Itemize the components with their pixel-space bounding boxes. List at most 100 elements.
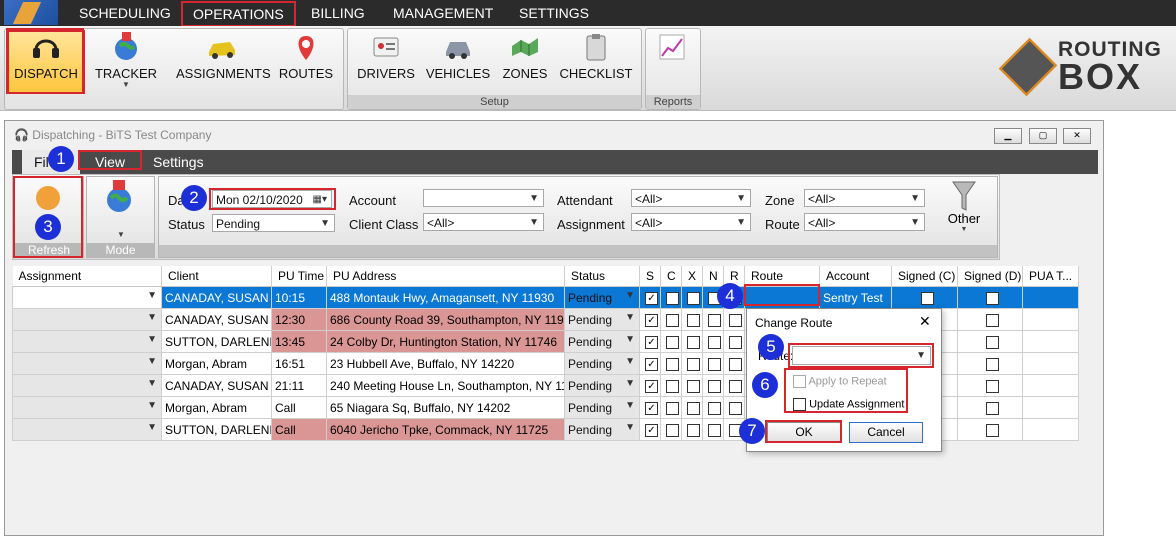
col-status[interactable]: Status (564, 266, 640, 287)
col-x[interactable]: X (681, 266, 703, 287)
zones-button[interactable]: ZONES (500, 32, 550, 81)
s-checkbox-cell[interactable]: ✓ (639, 286, 661, 309)
menu-operations[interactable]: OPERATIONS (181, 1, 296, 27)
checkbox[interactable] (687, 313, 700, 327)
table-row[interactable]: ▼ CANADAY, SUSAN 10:15 488 Montauk Hwy, Ama… (12, 286, 1079, 309)
signed-d-cell[interactable] (957, 396, 1023, 419)
routes-button[interactable]: ROUTES (278, 32, 334, 81)
checkbox[interactable] (729, 379, 742, 393)
checkbox[interactable] (986, 401, 999, 415)
assignment-cell[interactable]: ▼ (12, 396, 162, 419)
n-checkbox-cell[interactable] (702, 330, 724, 353)
checkbox[interactable] (986, 357, 999, 371)
checkbox[interactable] (986, 313, 999, 327)
signed-d-cell[interactable] (957, 308, 1023, 331)
n-checkbox-cell[interactable] (702, 396, 724, 419)
signed-d-cell[interactable] (957, 418, 1023, 441)
col-signed-d[interactable]: Signed (D) (957, 266, 1023, 287)
checkbox[interactable] (666, 291, 679, 305)
x-checkbox-cell[interactable] (681, 352, 703, 375)
s-checkbox-cell[interactable]: ✓ (639, 330, 661, 353)
app-logo-icon[interactable] (4, 0, 58, 25)
c-checkbox-cell[interactable] (660, 396, 682, 419)
checkbox[interactable] (708, 357, 721, 371)
r-checkbox-cell[interactable] (723, 352, 745, 375)
status-cell[interactable]: Pending ▼ (564, 286, 640, 309)
x-checkbox-cell[interactable] (681, 286, 703, 309)
checkbox[interactable] (687, 401, 700, 415)
checkbox[interactable] (666, 379, 679, 393)
status-cell[interactable]: Pending ▼ (564, 352, 640, 375)
checkbox[interactable] (986, 291, 999, 305)
r-checkbox-cell[interactable] (723, 330, 745, 353)
s-checkbox-cell[interactable]: ✓ (639, 352, 661, 375)
col-pu-time[interactable]: PU Time (271, 266, 327, 287)
client-class-select[interactable]: <All> ▼ (423, 213, 544, 231)
col-c[interactable]: C (660, 266, 682, 287)
assignment-cell[interactable]: ▼ (12, 330, 162, 353)
attendant-select[interactable]: <All> ▼ (631, 189, 751, 207)
signed-d-cell[interactable] (957, 374, 1023, 397)
checkbox[interactable] (986, 423, 999, 437)
checkbox[interactable] (666, 313, 679, 327)
col-assignment[interactable]: Assignment (12, 266, 162, 287)
mode-globe-icon[interactable] (103, 180, 135, 214)
n-checkbox-cell[interactable] (702, 418, 724, 441)
c-checkbox-cell[interactable] (660, 418, 682, 441)
checkbox[interactable] (666, 423, 679, 437)
close-window-button[interactable]: ✕ (1063, 128, 1091, 144)
checkbox[interactable] (708, 423, 721, 437)
checkbox[interactable] (708, 313, 721, 327)
x-checkbox-cell[interactable] (681, 330, 703, 353)
n-checkbox-cell[interactable] (702, 308, 724, 331)
checkbox[interactable] (687, 357, 700, 371)
assignment-select[interactable]: <All> ▼ (631, 213, 751, 231)
other-filter-button[interactable]: Other ▼ (940, 180, 988, 233)
checkbox[interactable]: ✓ (645, 335, 658, 349)
r-checkbox-cell[interactable] (723, 396, 745, 419)
checkbox[interactable] (708, 401, 721, 415)
signed-d-cell[interactable] (957, 352, 1023, 375)
status-cell[interactable]: Pending ▼ (564, 308, 640, 331)
menu-management[interactable]: MANAGEMENT (393, 0, 493, 26)
col-s[interactable]: S (639, 266, 661, 287)
c-checkbox-cell[interactable] (660, 308, 682, 331)
status-cell[interactable]: Pending ▼ (564, 374, 640, 397)
cancel-button[interactable]: Cancel (849, 422, 923, 443)
c-checkbox-cell[interactable] (660, 330, 682, 353)
checkbox[interactable] (687, 335, 700, 349)
reports-button[interactable] (652, 32, 692, 66)
menu-billing[interactable]: BILLING (311, 0, 365, 26)
tab-settings[interactable]: Settings (153, 150, 204, 174)
col-pu-address[interactable]: PU Address (326, 266, 565, 287)
checkbox[interactable] (666, 335, 679, 349)
checkbox[interactable] (687, 291, 700, 305)
assignment-cell[interactable]: ▼ (12, 374, 162, 397)
c-checkbox-cell[interactable] (660, 374, 682, 397)
checkbox[interactable] (687, 423, 700, 437)
checkbox[interactable] (729, 401, 742, 415)
checkbox[interactable] (666, 401, 679, 415)
col-client[interactable]: Client (161, 266, 272, 287)
minimize-button[interactable]: ▁ (994, 128, 1022, 144)
checkbox[interactable]: ✓ (645, 423, 658, 437)
route-select[interactable]: <All> ▼ (804, 213, 925, 231)
restore-button[interactable]: ▢ (1029, 128, 1057, 144)
col-pua-t[interactable]: PUA T... (1022, 266, 1079, 287)
vehicles-button[interactable]: VEHICLES (424, 32, 492, 81)
signed-d-cell[interactable] (957, 286, 1023, 309)
checkbox[interactable]: ✓ (645, 291, 658, 305)
assignments-button[interactable]: ASSIGNMENTS (176, 32, 271, 81)
status-cell[interactable]: Pending ▼ (564, 418, 640, 441)
x-checkbox-cell[interactable] (681, 418, 703, 441)
x-checkbox-cell[interactable] (681, 396, 703, 419)
assignment-cell[interactable]: ▼ (12, 418, 162, 441)
signed-c-cell[interactable] (891, 286, 958, 309)
checklist-button[interactable]: CHECKLIST (558, 32, 634, 81)
s-checkbox-cell[interactable]: ✓ (639, 396, 661, 419)
n-checkbox-cell[interactable] (702, 352, 724, 375)
col-account[interactable]: Account (819, 266, 892, 287)
assignment-cell[interactable]: ▼ (12, 352, 162, 375)
checkbox[interactable] (687, 379, 700, 393)
checkbox[interactable]: ✓ (645, 379, 658, 393)
